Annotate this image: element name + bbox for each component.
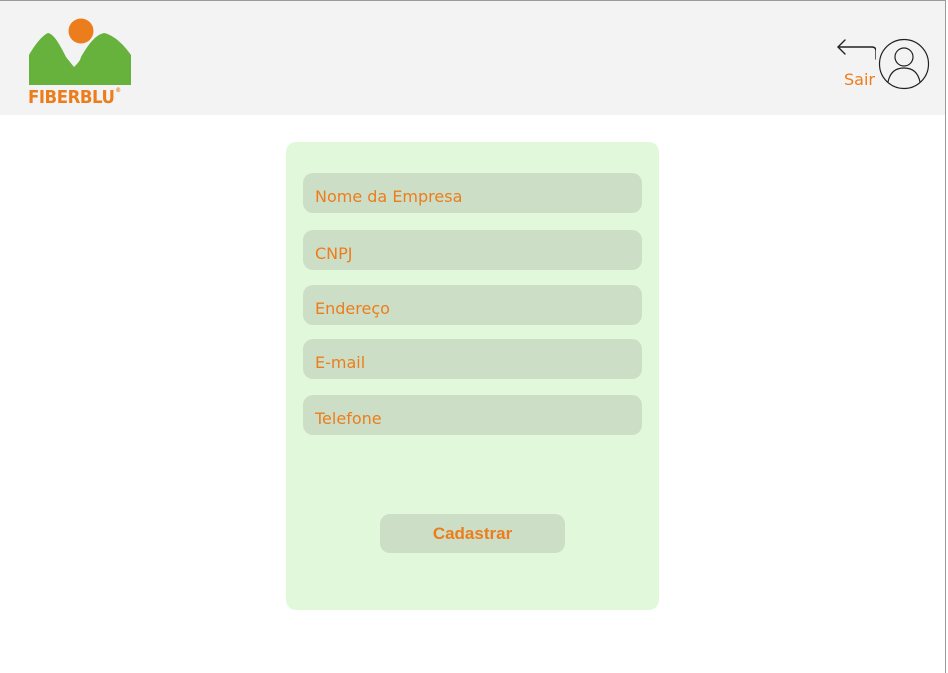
fiberblu-logo[interactable]: FIBERBLU® xyxy=(28,17,140,111)
user-icon[interactable] xyxy=(878,38,930,90)
cnpj-placeholder: CNPJ xyxy=(315,243,353,263)
company-registration-form: Nome da Empresa CNPJ Endereço E-mail Tel… xyxy=(286,142,659,610)
email-placeholder: E-mail xyxy=(315,352,366,372)
address-field[interactable]: Endereço xyxy=(303,285,642,325)
logo-wordmark: FIBERBLU® xyxy=(28,87,121,108)
company-name-placeholder: Nome da Empresa xyxy=(315,186,463,206)
company-name-field[interactable]: Nome da Empresa xyxy=(303,173,642,213)
cnpj-field[interactable]: CNPJ xyxy=(303,230,642,270)
email-field[interactable]: E-mail xyxy=(303,339,642,379)
address-placeholder: Endereço xyxy=(315,298,390,318)
app-header: FIBERBLU® Sair xyxy=(0,1,946,115)
logout-button[interactable]: Sair xyxy=(834,35,880,89)
logout-label: Sair xyxy=(844,70,875,89)
logo-icon xyxy=(29,18,131,85)
phone-field[interactable]: Telefone xyxy=(303,395,642,435)
phone-placeholder: Telefone xyxy=(315,408,382,428)
register-button[interactable]: Cadastrar xyxy=(380,514,565,553)
back-arrow-icon xyxy=(837,39,876,60)
